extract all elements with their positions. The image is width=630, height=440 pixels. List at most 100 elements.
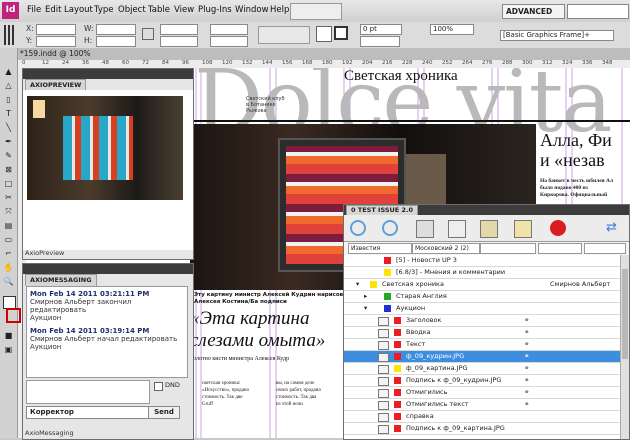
axiopreview-panel-header[interactable]	[23, 69, 193, 79]
hand-tool-icon[interactable]: ✋	[3, 262, 14, 273]
expand-icon[interactable]: ▸	[364, 291, 367, 302]
menu-type[interactable]: Type	[94, 5, 114, 15]
eyedropper-tool-icon[interactable]: ⌐	[3, 248, 14, 259]
tree-row[interactable]: Отмигились текст ⚭	[344, 399, 625, 411]
y-field[interactable]	[36, 36, 76, 47]
shear-field[interactable]	[210, 36, 248, 47]
preview-mode-icon[interactable]: ▣	[3, 344, 14, 355]
message-list[interactable]: Mon Feb 14 2011 03:21:11 PM Смирнов Альб…	[26, 286, 188, 378]
sync-icon[interactable]	[382, 220, 398, 236]
document-tab[interactable]: *159.indd @ 100%	[20, 49, 91, 58]
stroke-icon[interactable]	[6, 308, 21, 323]
tree-row[interactable]: ▾ Светская хроника Смирнов Альберт	[344, 279, 625, 291]
lock-icon[interactable]: ⚭	[524, 339, 529, 350]
scale-x-field[interactable]	[160, 24, 198, 35]
object-style-field[interactable]: [Basic Graphics Frame]+	[500, 30, 614, 41]
constrain-icon[interactable]	[142, 28, 154, 40]
menu-file[interactable]: File	[27, 5, 41, 15]
line-tool-icon[interactable]: ╲	[3, 122, 14, 133]
axiomessaging-tab[interactable]: AXIOMESSAGING	[25, 274, 97, 286]
menu-view[interactable]: View	[174, 5, 194, 15]
menu-table[interactable]: Table	[148, 5, 170, 15]
issue-select[interactable]: Московский 2 (2)	[412, 243, 480, 254]
x-field[interactable]	[36, 24, 76, 35]
free-transform-tool-icon[interactable]: ⤧	[3, 206, 14, 217]
tree-row[interactable]: Текст ⚭	[344, 339, 625, 351]
rotate-field[interactable]	[210, 24, 248, 35]
transform-buttons[interactable]	[258, 26, 310, 44]
section-select[interactable]	[480, 243, 536, 254]
tree-row[interactable]: ф_09_картина.JPG ⚭	[344, 363, 625, 375]
view-controls[interactable]	[290, 3, 342, 20]
lock-icon[interactable]: ⚭	[524, 315, 529, 326]
expand-icon[interactable]: ▾	[356, 279, 359, 290]
checkout-icon[interactable]	[480, 220, 498, 238]
lock-icon[interactable]: ⚭	[524, 399, 529, 410]
scale-y-field[interactable]	[160, 36, 198, 47]
selection-tool-icon[interactable]: ▲	[3, 66, 14, 77]
tree-row[interactable]: Заголовок ⚭	[344, 315, 625, 327]
stop-icon[interactable]	[550, 220, 566, 236]
issue-tree[interactable]: [5] - Новости UP 3 [6.8/3] - Мнения и ко…	[344, 255, 629, 439]
tree-row[interactable]: ▾ Аукцион	[344, 303, 625, 315]
tree-row[interactable]: Подпись к ф_09_кудрин.JPG ⚭	[344, 375, 625, 387]
stroke-swatch-icon[interactable]	[334, 26, 348, 40]
pen-tool-icon[interactable]: ✒	[3, 136, 14, 147]
swap-icon[interactable]: ⇄	[606, 220, 622, 236]
lock-icon[interactable]: ⚭	[524, 375, 529, 386]
tree-row[interactable]: ▸ Старая Англия	[344, 291, 625, 303]
scissors-tool-icon[interactable]: ✂	[3, 192, 14, 203]
message-input[interactable]	[26, 380, 150, 404]
direct-selection-tool-icon[interactable]: △	[3, 80, 14, 91]
frame-tool-icon[interactable]: ⊠	[3, 164, 14, 175]
type-tool-icon[interactable]: T	[3, 108, 14, 119]
note-tool-icon[interactable]: ▭	[3, 234, 14, 245]
lock-icon[interactable]: ⚭	[524, 363, 529, 374]
menu-object[interactable]: Object	[118, 5, 146, 15]
workspace-switcher[interactable]: ADVANCED	[502, 4, 565, 19]
w-field[interactable]	[96, 24, 136, 35]
lock-icon[interactable]: ⚭	[524, 387, 529, 398]
tree-row[interactable]: [6.8/3] - Мнения и комментарии	[344, 267, 625, 279]
lock-icon[interactable]: ⚭	[524, 351, 529, 362]
recipient-select[interactable]: Корректор	[26, 406, 149, 419]
edit-icon[interactable]	[448, 220, 466, 238]
send-button[interactable]: Send	[148, 406, 180, 419]
publication-select[interactable]: Известия	[348, 243, 412, 254]
menu-layout[interactable]: Layout	[64, 5, 93, 15]
reference-point-icon[interactable]	[4, 25, 16, 45]
scrollbar-thumb[interactable]	[622, 269, 628, 359]
tree-row[interactable]: справка	[344, 411, 625, 423]
menu-help[interactable]: Help	[270, 5, 289, 15]
link-icon[interactable]	[416, 220, 434, 238]
rectangle-tool-icon[interactable]: □	[3, 178, 14, 189]
menu-plugins[interactable]: Plug-Ins	[198, 5, 232, 15]
user-select[interactable]	[584, 243, 626, 254]
tree-row[interactable]: Вводка ⚭	[344, 327, 625, 339]
tree-row[interactable]: [5] - Новости UP 3	[344, 255, 625, 267]
menu-edit[interactable]: Edit	[45, 5, 61, 15]
apply-color-icon[interactable]: ■	[3, 330, 14, 341]
tree-row-selected[interactable]: ф_09_кудрин.JPG ⚭	[344, 351, 625, 363]
zoom-tool-icon[interactable]: 🔍	[3, 276, 14, 287]
menu-window[interactable]: Window	[235, 5, 269, 15]
fill-swatch-icon[interactable]	[316, 26, 332, 42]
stroke-type-field[interactable]	[360, 36, 400, 47]
h-field[interactable]	[96, 36, 136, 47]
test-issue-tab[interactable]: 0 TEST ISSUE 2.0	[346, 205, 419, 215]
stroke-weight-field[interactable]: 0 pt	[360, 24, 402, 35]
gradient-tool-icon[interactable]: ▤	[3, 220, 14, 231]
tree-row[interactable]: Отмигились ⚭	[344, 387, 625, 399]
tree-scrollbar[interactable]	[620, 255, 629, 439]
opacity-field[interactable]: 100%	[430, 24, 474, 35]
pencil-tool-icon[interactable]: ✎	[3, 150, 14, 161]
lock-icon[interactable]: ⚭	[524, 327, 529, 338]
status-select[interactable]	[538, 243, 582, 254]
search-input[interactable]	[567, 4, 629, 19]
refresh-icon[interactable]	[350, 220, 366, 236]
expand-icon[interactable]: ▾	[364, 303, 367, 314]
page-tool-icon[interactable]: ▯	[3, 94, 14, 105]
note-icon[interactable]	[514, 220, 532, 238]
dnd-checkbox[interactable]	[154, 382, 163, 391]
tree-row[interactable]: Подпись к ф_09_картина.JPG	[344, 423, 625, 435]
